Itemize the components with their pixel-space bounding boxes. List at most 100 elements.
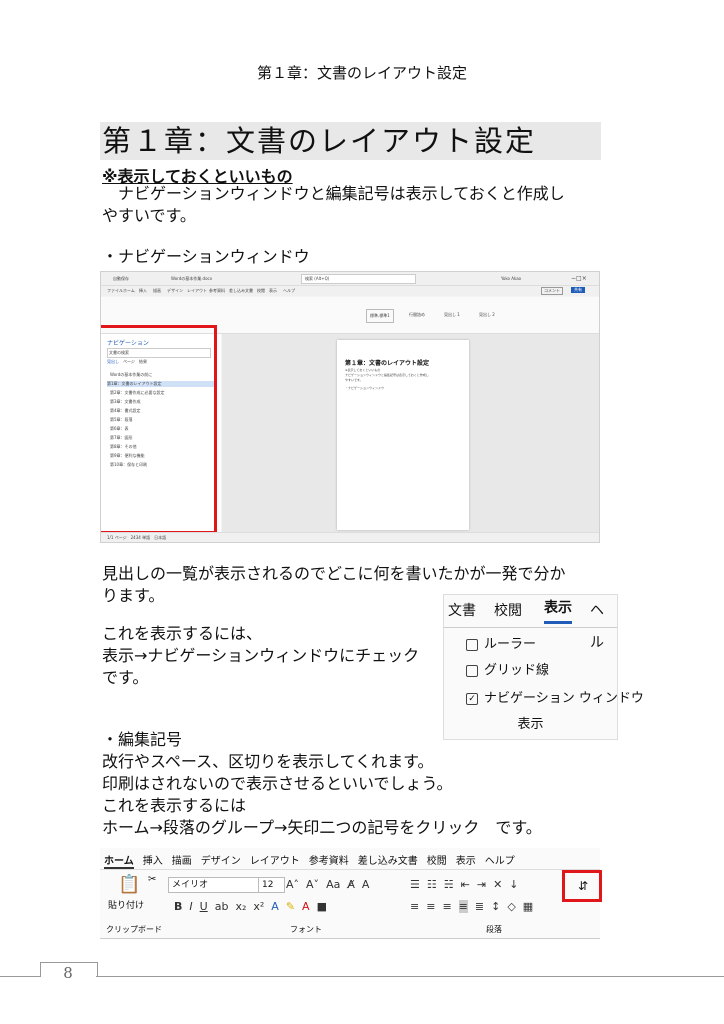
font-color-icon[interactable]: A [302,900,310,913]
home-tab-item[interactable]: 挿入 [143,856,163,867]
home-tab-item[interactable]: 参考資料 [309,856,349,867]
page-title: 第１章：文書のレイアウト設定 [345,360,430,367]
menu-home[interactable]: ホーム [123,288,135,294]
home-tab-item[interactable]: 表示 [456,856,476,867]
gridlines-checkbox[interactable]: グリッド線 [466,659,549,678]
home-tab-item[interactable]: デザイン [201,856,241,867]
grow-font-icon[interactable]: A˄ [286,878,299,891]
view-ribbon-tabs: 文書 校閲 表示 ヘル [444,595,617,651]
menu-layout[interactable]: レイアウト [187,288,207,294]
status-bar-text: 1/1 ページ 2434 単語 日本語 [107,535,167,540]
intro-line-2: やすいです。 [102,206,196,225]
font-buttons-row-1: A˄ A˅ Aa A̸ A [286,878,376,891]
home-tab-item[interactable]: ホーム [104,856,134,869]
line-spacing-icon[interactable]: ↕ [491,900,500,913]
tab-review[interactable]: 校閲 [494,595,522,627]
ruler-checkbox-box[interactable] [466,638,478,651]
asian-layout-icon[interactable]: ✕ [493,878,502,891]
bullets-icon[interactable]: ☰ [410,878,420,891]
marks-line-4: ホーム→段落のグループ→矢印二つの記号をクリック です。 [102,818,542,837]
footer-line-left [0,976,40,977]
shrink-font-icon[interactable]: A˅ [306,878,319,891]
show-marks-icon[interactable]: ⇵ [578,879,588,893]
section-heading-nav: ・ナビゲーションウィンドウ [102,247,310,266]
page-line-4: ・ナビゲーションウィンドウ [345,386,384,390]
style-heading-1[interactable]: 見出し 1 [441,309,463,321]
menu-file[interactable]: ファイル [107,288,123,294]
user-name: Yoko Akao [501,276,522,281]
font-name-select[interactable]: メイリオ [168,877,259,893]
numbering-icon[interactable]: ☷ [427,878,437,891]
comment-button[interactable]: コメント [541,287,563,295]
checkmark-icon[interactable]: ✓ [466,692,478,705]
align-center-icon[interactable]: ≡ [426,900,435,913]
howto-line-1: これを表示するには、 [102,624,263,643]
tab-help-fragment[interactable]: ヘル [590,595,617,659]
document-area: 第１章：文書のレイアウト設定 ※表示しておくといいもの ナビゲーションウィンドウ… [222,334,599,532]
cut-icon[interactable]: ✂ [148,874,156,885]
home-tab-item[interactable]: ヘルプ [485,856,515,867]
sort-icon[interactable]: ↓ [509,878,518,891]
menu-references[interactable]: 参考資料 [209,288,225,294]
style-no-spacing[interactable]: 行間詰め [406,309,428,321]
bold-icon[interactable]: B [174,900,182,913]
ruler-checkbox[interactable]: ルーラー [466,633,536,652]
font-size-select[interactable]: 12 [258,877,285,893]
view-ribbon-screenshot: 文書 校閲 表示 ヘル ルーラー グリッド線 ✓ ナビゲーション ウィンドウ 表示 [443,594,644,740]
marks-line-3: これを表示するには [102,796,247,815]
multilevel-list-icon[interactable]: ☵ [444,878,454,891]
clear-format-icon[interactable]: A̸ [347,878,355,891]
home-tab-item[interactable]: 差し込み文書 [358,856,418,867]
menu-mailings[interactable]: 差し込み文書 [229,288,253,294]
home-tab-item[interactable]: 描画 [172,856,192,867]
borders-icon[interactable]: ▦ [523,900,533,913]
document-page: 第１章：文書のレイアウト設定 ※表示しておくといいもの ナビゲーションウィンドウ… [337,340,469,530]
style-heading-2[interactable]: 見出し 2 [476,309,498,321]
menu-help[interactable]: ヘルプ [283,288,295,294]
shading-icon[interactable]: ◇ [507,900,515,913]
menu-insert[interactable]: 挿入 [139,288,147,294]
nav-pane-checkbox[interactable]: ✓ ナビゲーション ウィンドウ [466,687,644,706]
home-ribbon-tabs: ホーム 挿入 描画 デザイン レイアウト 参考資料 差し込み文書 校閲 表示 ヘルプ [104,852,600,869]
share-button[interactable]: 共有 [571,287,585,293]
page-number: 8 [63,964,73,982]
decrease-indent-icon[interactable]: ⇤ [461,878,470,891]
style-normal[interactable]: 標準,標準1 [366,309,394,323]
subscript-icon[interactable]: x₂ [235,900,246,913]
home-tab-item[interactable]: 校閲 [427,856,447,867]
menu-draw[interactable]: 描画 [153,288,161,294]
menu-view[interactable]: 表示 [269,288,277,294]
char-border-icon[interactable]: A [362,878,370,891]
align-right-icon[interactable]: ≡ [442,900,451,913]
paragraph-buttons-row-2: ≡ ≡ ≡ ≡ ≣ ↕ ◇ ▦ [410,900,540,913]
strikethrough-icon[interactable]: ab [215,900,229,913]
clipboard-icon[interactable]: 📋 [118,874,140,895]
superscript-icon[interactable]: x² [253,900,264,913]
highlight-icon[interactable]: ✎ [286,900,295,913]
tab-view[interactable]: 表示 [544,595,572,624]
howto-line-3: です。 [102,668,149,687]
menu-review[interactable]: 校閲 [257,288,265,294]
text-effects-icon[interactable]: A [271,900,279,913]
search-box[interactable]: 検索 (Alt+Q) [301,274,416,284]
justify-icon[interactable]: ≡ [458,900,468,913]
char-shading-icon[interactable]: ■ [317,900,327,913]
home-tab-item[interactable]: レイアウト [250,856,300,867]
paste-label[interactable]: 貼り付け [108,898,144,911]
underline-icon[interactable]: U [200,900,208,913]
file-title: Wordの基本作業.docx [171,276,213,281]
italic-icon[interactable]: I [189,900,192,913]
howto-line-2: 表示→ナビゲーションウィンドウにチェック [102,646,420,665]
increase-indent-icon[interactable]: ⇥ [477,878,486,891]
tab-mailings-fragment[interactable]: 文書 [448,595,476,627]
gridlines-checkbox-box[interactable] [466,664,478,677]
menu-design[interactable]: デザイン [167,288,183,294]
change-case-icon[interactable]: Aa [326,878,340,891]
window-controls-icon[interactable]: −□× [571,275,587,282]
gridlines-label: グリッド線 [484,663,550,678]
paragraph-buttons-row-1: ☰ ☷ ☵ ⇤ ⇥ ✕ ↓ [410,878,526,891]
distributed-icon[interactable]: ≣ [475,900,484,913]
view-group-label: 表示 [517,717,544,732]
font-group-label: フォント [290,925,322,934]
align-left-icon[interactable]: ≡ [410,900,419,913]
